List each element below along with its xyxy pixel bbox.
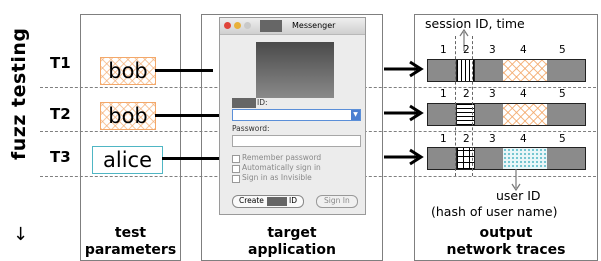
create-button-label: Create [239,196,264,205]
segment-number-3: 3 [489,44,496,56]
sign-in-button[interactable]: Sign In [316,195,358,208]
row-label-t1: T1 [50,54,71,72]
caption-line: target [267,225,317,241]
parameters-panel [80,14,181,261]
caption-line: output [479,225,533,241]
sign-in-label: Sign In [324,196,350,205]
segment-number-5: 5 [559,88,566,100]
invisible-label: Sign in as Invisible [242,173,312,182]
segment-guide [455,36,456,176]
window-title: Messenger [292,21,336,30]
trace-segment-4 [503,104,547,125]
fuzz-testing-label: fuzz testing [8,27,30,160]
close-window-icon[interactable] [224,22,231,29]
id-field[interactable]: ▼ [232,109,361,121]
password-label: Password: [232,124,270,133]
create-id-button[interactable]: Create ID [232,195,304,208]
trace-segment-4 [503,60,547,81]
session-id-annotation: session ID, time [425,16,525,31]
segment-number-2: 2 [463,133,470,145]
segment-number-1: 1 [440,133,447,145]
segment-number-4: 4 [520,44,527,56]
segment-number-1: 1 [440,88,447,100]
segment-number-5: 5 [559,44,566,56]
invisible-checkbox[interactable] [232,175,240,183]
param-tag-t2: bob [100,102,156,130]
caption-line: test [114,225,147,241]
trace-track-t3 [427,147,586,170]
user-id-annotation: user ID [496,188,541,203]
trace-track-t2 [427,103,586,126]
segment-number-4: 4 [520,133,527,145]
create-button-suffix: ID [289,196,297,205]
segment-number-4: 4 [520,88,527,100]
param-tag-t3: alice [92,146,163,174]
password-field[interactable] [232,135,361,147]
arrow-right-icon [384,60,424,78]
segment-number-3: 3 [489,88,496,100]
arrows-layer [384,60,424,166]
messenger-window: Messenger ID: ▼ Password: Remember passw… [219,17,366,215]
connector-line [155,114,228,117]
param-tag-t1: bob [100,57,156,85]
auto-sign-in-checkbox[interactable] [232,165,240,173]
caption-parameters: test parameters [80,225,181,259]
segment-number-3: 3 [489,133,496,145]
id-prefix-block [232,98,256,108]
trace-track-t1 [427,59,586,82]
caption-traces: output network traces [414,225,598,259]
down-arrow-icon: ↓ [13,224,29,245]
window-title-block [260,20,282,32]
id-label: ID: [257,98,268,107]
row-label-t2: T2 [50,105,71,123]
segment-guide [472,36,473,176]
minimize-window-icon[interactable] [234,22,241,29]
dropdown-arrow-icon[interactable]: ▼ [351,110,360,120]
caption-line: network traces [446,242,566,258]
connector-line [155,69,213,72]
caption-application: target application [201,225,383,259]
remember-password-label: Remember password [242,153,322,162]
row-label-t3: T3 [50,148,71,166]
trace-segment-4 [503,148,547,169]
segment-number-2: 2 [463,44,470,56]
window-titlebar: Messenger [220,18,365,35]
segment-number-1: 1 [440,44,447,56]
arrow-right-icon [384,148,424,166]
user-id-hash-annotation: (hash of user name) [431,204,558,219]
zoom-window-icon[interactable] [244,22,251,29]
caption-line: application [248,242,336,258]
remember-password-checkbox[interactable] [232,155,240,163]
create-button-block [267,197,287,206]
auto-sign-in-label: Automatically sign in [242,163,321,172]
arrow-right-icon [384,104,424,122]
caption-line: parameters [84,242,177,258]
account-image [256,42,334,98]
segment-number-2: 2 [463,88,470,100]
segment-number-5: 5 [559,133,566,145]
